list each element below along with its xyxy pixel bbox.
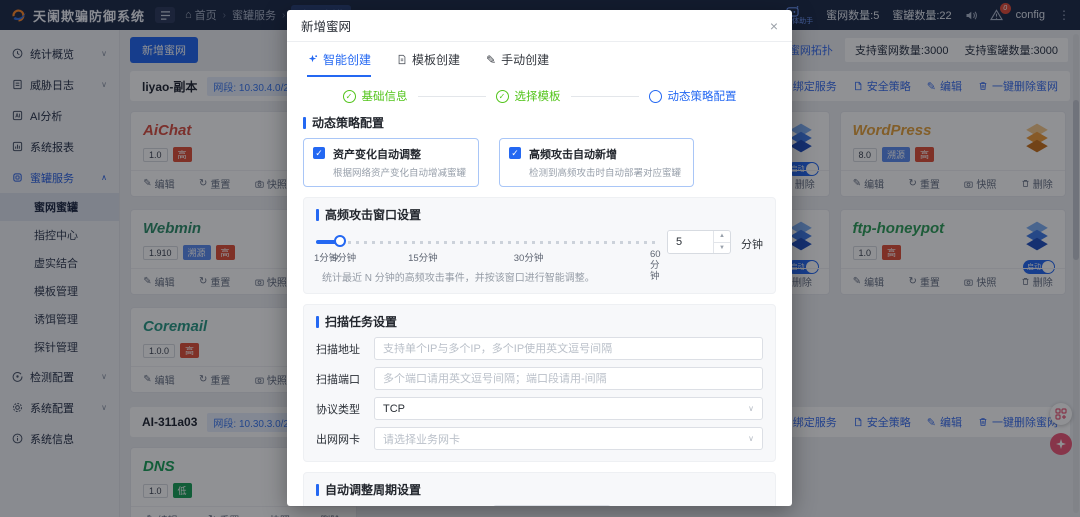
adjust-cycle-panel: 自动调整周期设置 每日 每周 每月 0时 ∨ [303,472,776,506]
document-icon [397,54,407,65]
option-desc: 检测到高频攻击时自动部署对应蜜罐 [529,165,681,179]
step-select-template: ✓ 选择模板 [496,88,561,104]
slider-marks: 1分钟 5分钟 15分钟 30分钟 60分钟 [316,250,657,263]
protocol-select[interactable]: TCP ∨ [374,397,763,420]
modal-header: 新增蜜网 × [287,10,792,42]
option-desc: 根据网络资产变化自动增减蜜罐 [333,165,466,179]
minutes-value-field[interactable] [668,231,713,253]
step-basic-info: ✓ 基础信息 [343,88,408,104]
section-bar [316,209,319,221]
check-circle-icon: ✓ [343,90,356,103]
attack-window-title: 高频攻击窗口设置 [316,206,763,223]
protocol-label: 协议类型 [316,401,374,417]
tab-template-create[interactable]: 模板创建 [397,51,460,77]
sparkle-icon [307,54,318,65]
scan-port-label: 扫描端口 [316,371,374,387]
section-bar [303,117,306,129]
tab-manual-create[interactable]: ✎ 手动创建 [486,51,549,77]
dynamic-policy-section-title: 动态策略配置 [303,114,776,131]
slider-track [340,241,657,244]
stepper-up-icon[interactable]: ▲ [714,231,730,242]
step-connector [571,96,639,97]
create-mode-tabs: 智能创建 模板创建 ✎ 手动创建 [303,42,776,77]
window-help-text: 统计最近 N 分钟的高频攻击事件，并按该窗口进行智能调整。 [316,269,763,284]
step-indicator: ✓ 基础信息 ✓ 选择模板 ✓ 动态策略配置 [303,77,776,106]
add-honeynet-modal: 新增蜜网 × 智能创建 模板创建 ✎ 手动创建 ✓ 基础信息 ✓ 选择模板 [287,10,792,506]
out-nic-select[interactable]: 请选择业务网卡 ∨ [374,427,763,450]
attack-window-panel: 高频攻击窗口设置 1分钟 5分钟 15分钟 30分钟 60分钟 [303,197,776,294]
adjust-cycle-title: 自动调整周期设置 [316,481,763,498]
window-minutes-input: ▲▼ [667,230,731,254]
number-stepper: ▲▼ [713,231,730,253]
step-connector [418,96,486,97]
checkbox-checked-icon[interactable]: ✓ [313,147,325,159]
circle-icon: ✓ [649,90,662,103]
option-label: 高频攻击自动新增 [529,146,681,162]
policy-options: ✓ 资产变化自动调整 根据网络资产变化自动增减蜜罐 ✓ 高频攻击自动新增 检测到… [303,138,776,187]
checkbox-checked-icon[interactable]: ✓ [509,147,521,159]
attack-auto-add-option[interactable]: ✓ 高频攻击自动新增 检测到高频攻击时自动部署对应蜜罐 [499,138,694,187]
modal-title: 新增蜜网 [301,16,351,35]
chevron-down-icon: ∨ [748,434,754,443]
section-bar [316,484,319,496]
slider-handle[interactable] [334,235,346,247]
out-nic-placeholder: 请选择业务网卡 [383,431,460,447]
window-slider[interactable]: 1分钟 5分钟 15分钟 30分钟 60分钟 [316,232,657,252]
scan-address-input[interactable] [383,343,754,355]
hour-select[interactable]: 0时 ∨ [493,505,611,506]
tab-smart-create[interactable]: 智能创建 [307,51,371,77]
section-bar [316,316,319,328]
scan-task-title: 扫描任务设置 [316,313,763,330]
scan-task-panel: 扫描任务设置 扫描地址 扫描端口 协议类型 TCP ∨ 出网网卡 请选择业 [303,304,776,462]
asset-auto-adjust-option[interactable]: ✓ 资产变化自动调整 根据网络资产变化自动增减蜜罐 [303,138,479,187]
cycle-radio-group: 每日 每周 每月 0时 ∨ [316,505,763,506]
step-dynamic-policy: ✓ 动态策略配置 [649,88,737,104]
check-circle-icon: ✓ [496,90,509,103]
chevron-down-icon: ∨ [748,404,754,413]
out-nic-label: 出网网卡 [316,431,374,447]
scan-port-input[interactable] [383,373,754,385]
option-label: 资产变化自动调整 [333,146,466,162]
stepper-down-icon[interactable]: ▼ [714,242,730,254]
close-icon[interactable]: × [770,18,778,34]
scan-address-label: 扫描地址 [316,341,374,357]
minutes-unit-label: 分钟 [741,236,763,252]
protocol-value: TCP [383,403,405,415]
pencil-icon: ✎ [486,53,496,67]
